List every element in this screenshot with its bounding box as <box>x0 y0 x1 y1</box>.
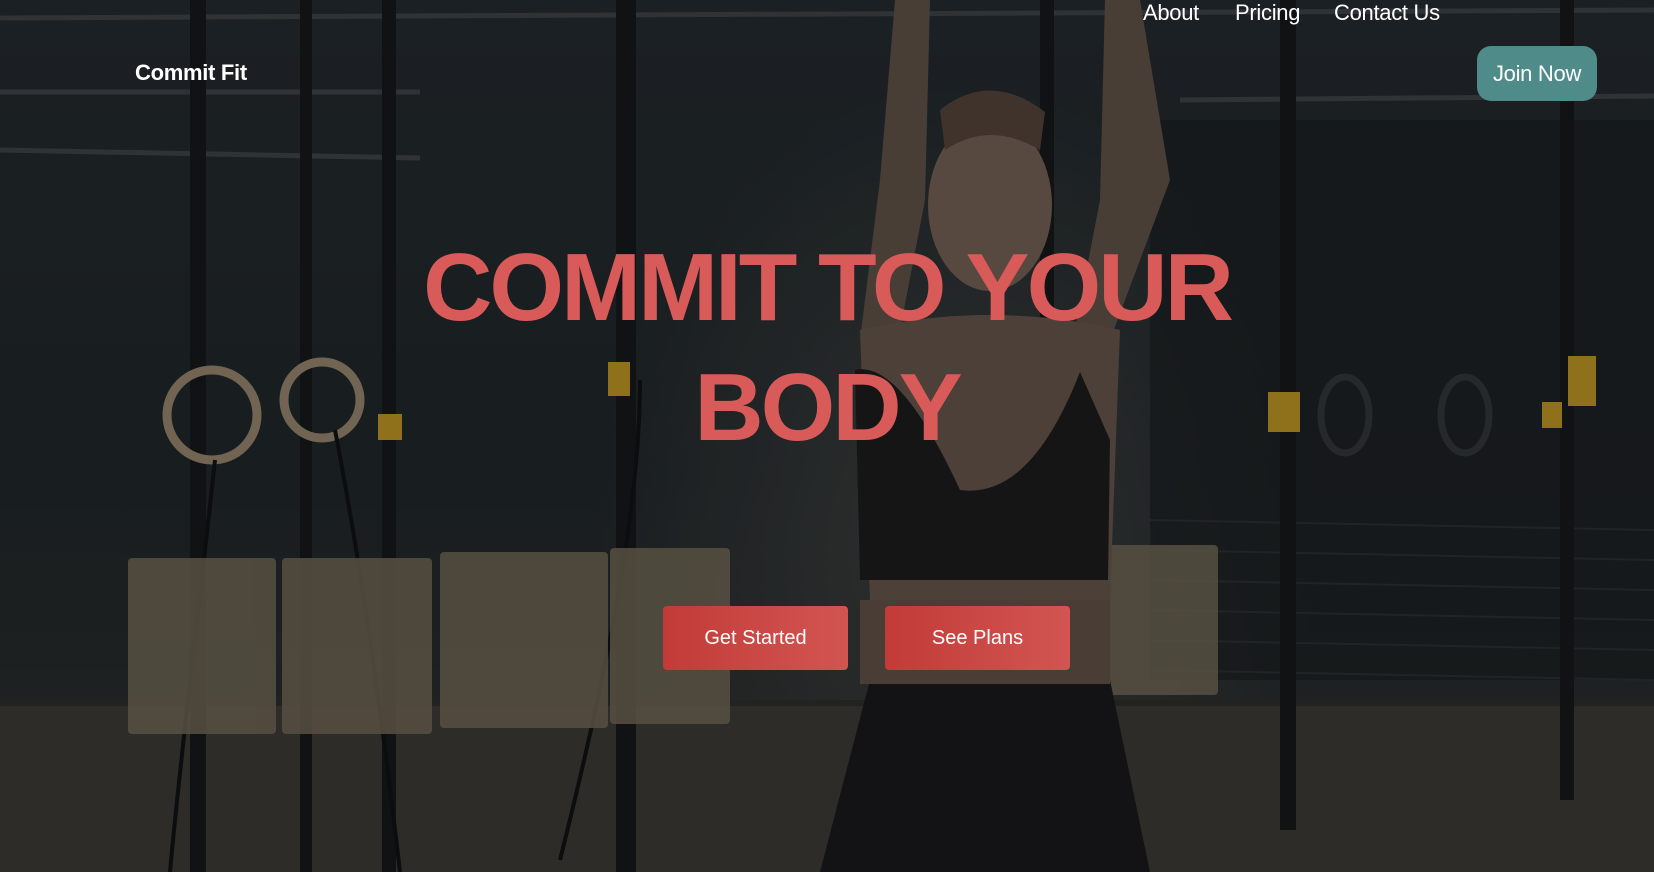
hero-headline: COMMIT TO YOUR BODY <box>0 228 1654 468</box>
nav-link-about[interactable]: About <box>1143 0 1199 26</box>
hero-headline-line-2: BODY <box>694 354 962 461</box>
join-now-button[interactable]: Join Now <box>1477 46 1597 101</box>
see-plans-button[interactable]: See Plans <box>885 606 1070 670</box>
top-navigation: Commit Fit About Pricing Contact Us Join… <box>0 0 1654 146</box>
nav-link-contact-us[interactable]: Contact Us <box>1334 0 1440 26</box>
nav-link-pricing[interactable]: Pricing <box>1235 0 1300 26</box>
hero-cta-group: Get Started See Plans <box>0 606 1654 670</box>
get-started-button[interactable]: Get Started <box>663 606 848 670</box>
brand-logo[interactable]: Commit Fit <box>135 60 247 86</box>
hero-headline-line-1: COMMIT TO YOUR <box>423 234 1234 341</box>
hero-section: Commit Fit About Pricing Contact Us Join… <box>0 0 1654 872</box>
